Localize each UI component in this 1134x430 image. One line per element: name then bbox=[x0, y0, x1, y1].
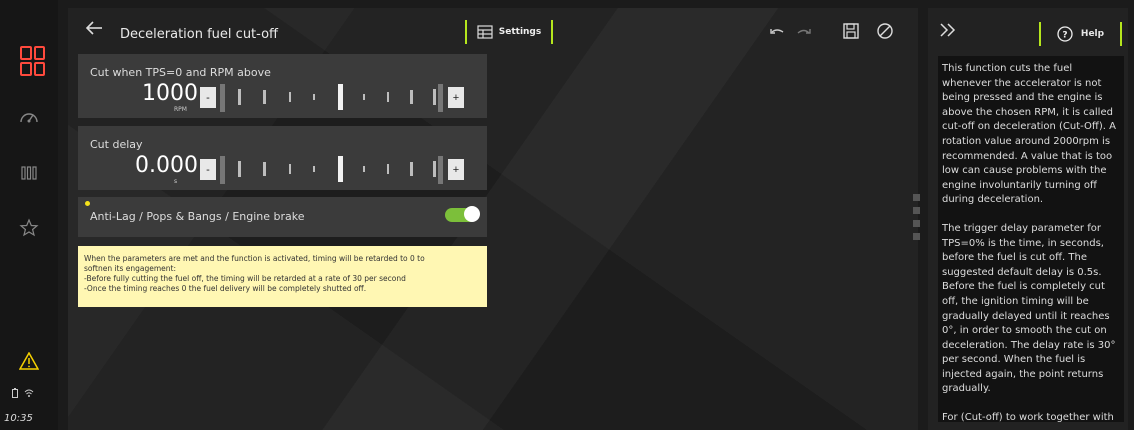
status-icons bbox=[12, 388, 34, 398]
logo-grid-icon[interactable] bbox=[20, 46, 45, 76]
slider-end bbox=[438, 156, 443, 184]
grid-table-icon bbox=[477, 25, 493, 39]
page-dot[interactable] bbox=[913, 220, 920, 227]
rpm-slider[interactable] bbox=[223, 84, 448, 110]
help-paragraph: This function cuts the fuel whenever the… bbox=[942, 63, 1116, 206]
top-bar: Deceleration fuel cut-off Settings bbox=[68, 8, 918, 48]
rpm-threshold-card: Cut when TPS=0 and RPM above 1000 RPM - … bbox=[78, 54, 487, 118]
decrement-button[interactable]: - bbox=[200, 159, 216, 180]
param-label: Cut when TPS=0 and RPM above bbox=[90, 66, 271, 79]
star-icon[interactable] bbox=[0, 218, 58, 238]
page-title: Deceleration fuel cut-off bbox=[120, 27, 278, 42]
help-text: This function cuts the fuel whenever the… bbox=[938, 56, 1124, 422]
page-dot[interactable] bbox=[913, 207, 920, 214]
info-note: When the parameters are met and the func… bbox=[78, 246, 487, 307]
note-line: When the parameters are met and the func… bbox=[84, 254, 425, 263]
help-button[interactable]: ? Help bbox=[1039, 22, 1122, 46]
anti-lag-toggle[interactable] bbox=[445, 206, 480, 222]
increment-button[interactable]: + bbox=[448, 159, 464, 180]
clock: 10:35 bbox=[4, 413, 33, 424]
param-unit: RPM bbox=[174, 106, 187, 113]
cancel-icon[interactable] bbox=[876, 22, 894, 40]
toggle-label: Anti-Lag / Pops & Bangs / Engine brake bbox=[90, 210, 305, 223]
anti-lag-card: Anti-Lag / Pops & Bangs / Engine brake bbox=[78, 197, 487, 237]
param-unit: s bbox=[174, 178, 178, 185]
toggle-knob bbox=[464, 206, 480, 222]
save-icon[interactable] bbox=[842, 22, 860, 40]
settings-label: Settings bbox=[498, 27, 542, 37]
help-label: Help bbox=[1080, 29, 1105, 39]
wifi-icon bbox=[24, 389, 34, 397]
note-line: -Before fully cutting the fuel off, the … bbox=[84, 274, 406, 283]
indicator-dot bbox=[85, 201, 90, 206]
double-chevron-right-icon[interactable] bbox=[938, 22, 958, 38]
help-paragraph: For (Cut-off) to work together with bbox=[942, 412, 1114, 422]
param-label: Cut delay bbox=[90, 138, 143, 151]
bars-icon[interactable] bbox=[0, 165, 58, 181]
help-header: ? Help bbox=[928, 8, 1128, 50]
back-arrow-icon[interactable] bbox=[84, 18, 104, 38]
main-panel: Deceleration fuel cut-off Settings Cut w… bbox=[68, 8, 918, 430]
help-panel: ? Help This function cuts the fuel whene… bbox=[928, 8, 1128, 430]
page-dot[interactable] bbox=[913, 233, 920, 240]
battery-icon bbox=[12, 388, 18, 398]
param-value[interactable]: 0.000 bbox=[118, 153, 198, 178]
settings-button[interactable]: Settings bbox=[465, 20, 553, 44]
increment-button[interactable]: + bbox=[448, 87, 464, 108]
redo-icon[interactable] bbox=[795, 24, 813, 42]
undo-icon[interactable] bbox=[768, 24, 786, 42]
page-indicator bbox=[913, 194, 921, 246]
delay-slider[interactable] bbox=[223, 156, 448, 182]
gauge-icon[interactable] bbox=[0, 108, 58, 126]
slider-end bbox=[438, 84, 443, 112]
note-line: softnen its engagement: bbox=[84, 264, 177, 273]
page-dot[interactable] bbox=[913, 194, 920, 201]
svg-text:?: ? bbox=[1062, 31, 1067, 41]
note-line: -Once the timing reaches 0 the fuel deli… bbox=[84, 284, 367, 293]
param-value[interactable]: 1000 bbox=[118, 81, 198, 106]
sidebar: 10:35 bbox=[0, 0, 58, 430]
cut-delay-card: Cut delay 0.000 s - + bbox=[78, 126, 487, 190]
decrement-button[interactable]: - bbox=[200, 87, 216, 108]
question-circle-icon: ? bbox=[1057, 26, 1073, 42]
help-paragraph: The trigger delay parameter for TPS=0% i… bbox=[942, 222, 1116, 395]
warning-icon[interactable] bbox=[0, 352, 58, 370]
